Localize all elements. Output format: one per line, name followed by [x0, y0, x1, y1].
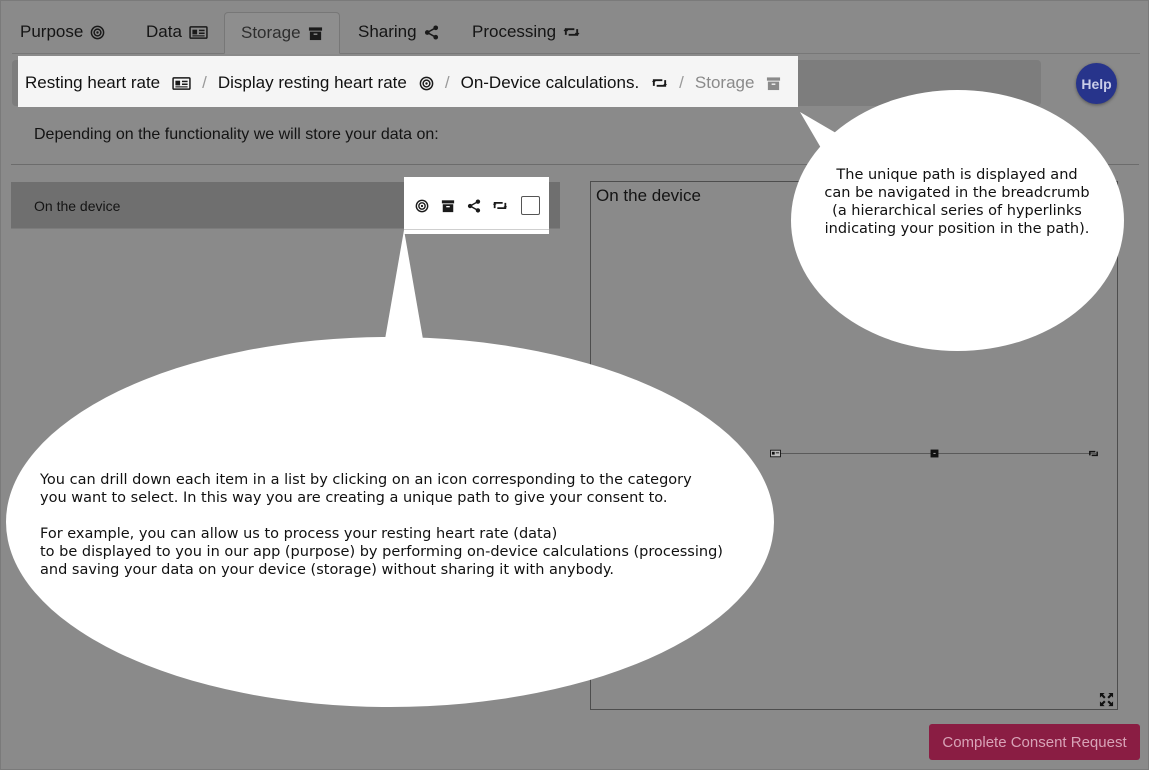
- consent-checkbox[interactable]: [521, 196, 540, 215]
- retweet-icon[interactable]: [1088, 449, 1099, 458]
- tab-purpose[interactable]: Purpose: [20, 12, 105, 52]
- help-button[interactable]: Help: [1076, 63, 1117, 104]
- tab-label: Sharing: [358, 22, 417, 41]
- breadcrumb-item-storage: Storage: [695, 73, 782, 93]
- tab-label: Storage: [241, 23, 301, 42]
- tab-data[interactable]: Data: [146, 12, 208, 52]
- tab-label: Processing: [472, 22, 557, 41]
- share-icon: [424, 24, 439, 40]
- tab-label: Purpose: [20, 22, 84, 41]
- archive-icon: [308, 26, 323, 41]
- retweet-icon[interactable]: [491, 197, 508, 214]
- id-card-icon[interactable]: [770, 449, 781, 458]
- tab-processing[interactable]: Processing: [472, 12, 580, 52]
- list-item-label: On the device: [34, 198, 121, 214]
- callout-tail: [384, 230, 424, 345]
- archive-icon[interactable]: [929, 449, 940, 458]
- tutorial-text-drilldown: You can drill down each item in a list b…: [40, 471, 770, 597]
- breadcrumb-separator: /: [679, 73, 684, 92]
- breadcrumb: Resting heart rate / Display resting hea…: [25, 62, 781, 104]
- breadcrumb-item-processing[interactable]: On-Device calculations.: [461, 73, 669, 93]
- breadcrumb-label: Storage: [694, 73, 755, 92]
- breadcrumb-separator: /: [444, 73, 450, 92]
- tab-label: Data: [146, 22, 182, 41]
- retweet-icon: [651, 76, 668, 90]
- target-icon: [90, 25, 105, 40]
- panel-title: On the device: [596, 186, 701, 205]
- retweet-icon: [563, 25, 580, 39]
- target-icon: [419, 76, 434, 91]
- target-icon[interactable]: [413, 197, 430, 214]
- tutorial-text-breadcrumb: The unique path is displayed and can be …: [824, 167, 1090, 237]
- tab-storage[interactable]: Storage: [224, 12, 340, 54]
- divider: [404, 229, 549, 230]
- breadcrumb-label: Resting heart rate: [25, 73, 161, 92]
- breadcrumb-item-data[interactable]: Resting heart rate: [25, 73, 191, 93]
- breadcrumb-label: On-Device calculations.: [460, 73, 640, 92]
- share-icon[interactable]: [465, 197, 482, 214]
- id-card-icon: [189, 25, 208, 40]
- expand-icon[interactable]: [1099, 692, 1114, 707]
- category-tabs: Purpose Data Storage Sharing Processing: [12, 12, 1140, 54]
- archive-icon: [766, 76, 781, 91]
- tab-sharing[interactable]: Sharing: [358, 12, 439, 52]
- tutorial-paragraph: You can drill down each item in a list b…: [40, 472, 692, 506]
- tutorial-paragraph: For example, you can allow us to process…: [40, 526, 723, 578]
- complete-consent-button[interactable]: Complete Consent Request: [929, 724, 1140, 760]
- storage-description: Depending on the functionality we will s…: [34, 126, 439, 143]
- list-item-actions: [404, 177, 549, 234]
- breadcrumb-label: Display resting heart rate: [217, 73, 407, 92]
- breadcrumb-item-purpose[interactable]: Display resting heart rate: [218, 73, 434, 93]
- archive-icon[interactable]: [439, 197, 456, 214]
- breadcrumb-separator: /: [202, 73, 207, 92]
- id-card-icon: [172, 76, 191, 91]
